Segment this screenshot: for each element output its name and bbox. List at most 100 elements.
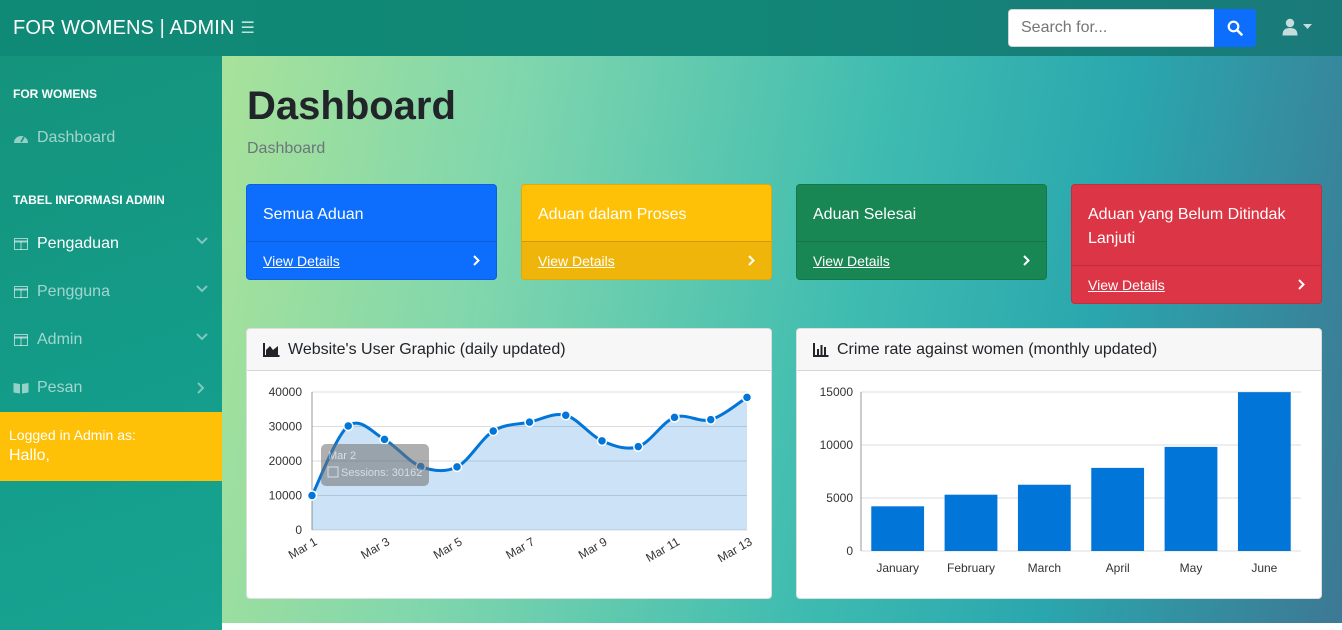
data-point: [306, 490, 318, 501]
bar-chart-icon: [813, 342, 829, 357]
x-tick-label: Mar 7: [503, 534, 537, 562]
y-tick-label: 5000: [826, 491, 853, 505]
panel-header: Website's User Graphic (daily updated): [247, 329, 771, 371]
chart-tooltip: Mar 2 Sessions: 30162: [321, 444, 429, 486]
y-tick-label: 10000: [269, 489, 303, 503]
sidebar-item-admin[interactable]: Admin: [0, 320, 222, 360]
main-content: Dashboard Dashboard Semua Aduan View Det…: [222, 56, 1342, 623]
view-details-link[interactable]: View Details: [813, 253, 890, 269]
brand-title[interactable]: FOR WOMENS | ADMIN: [0, 17, 234, 40]
chevron-right-icon[interactable]: [1023, 255, 1030, 266]
card-aduan-belum-ditindak: Aduan yang Belum Ditindak Lanjuti View D…: [1071, 184, 1322, 304]
tachometer-icon: [13, 130, 29, 146]
y-tick-label: 20000: [269, 454, 303, 468]
sidebar-item-label: Admin: [37, 331, 83, 348]
x-tick-label: Mar 5: [431, 534, 465, 562]
chevron-down-icon: [196, 237, 208, 245]
search-button[interactable]: [1214, 9, 1256, 47]
main-bottom-strip: [222, 623, 1342, 630]
user-dropdown[interactable]: [1282, 18, 1312, 36]
data-point: [560, 410, 571, 421]
y-tick-label: 40000: [269, 385, 303, 399]
x-tick-label: Mar 9: [576, 534, 610, 562]
sidebar-item-pengguna[interactable]: Pengguna: [0, 272, 222, 312]
panel-header: Crime rate against women (monthly update…: [797, 329, 1321, 371]
sidebar-item-label: Pengguna: [37, 283, 110, 300]
chevron-right-icon[interactable]: [1298, 279, 1305, 290]
sidebar-heading-tables: TABEL INFORMASI ADMIN: [13, 193, 165, 207]
bar: [871, 506, 925, 551]
sidebar-item-label: Pesan: [37, 379, 83, 396]
data-point: [741, 392, 753, 403]
user-icon: [1282, 18, 1298, 36]
logged-in-label: Logged in Admin as:: [9, 427, 136, 443]
view-details-link[interactable]: View Details: [263, 253, 340, 269]
chevron-right-icon: [197, 382, 205, 394]
x-tick-label: May: [1180, 561, 1203, 575]
x-tick-label: February: [947, 561, 995, 575]
bar-chart[interactable]: 0 5000 10000 15000 January February March April…: [797, 371, 1322, 599]
user-graphic-panel: Website's User Graphic (daily updated) 0…: [246, 328, 772, 599]
y-tick-label: 10000: [820, 438, 854, 452]
chevron-right-icon[interactable]: [748, 255, 755, 266]
tooltip-value: Sessions: 30162: [341, 467, 422, 479]
panel-title: Website's User Graphic (daily updated): [288, 340, 566, 358]
card-footer: View Details: [247, 241, 496, 279]
sidebar-toggle-icon[interactable]: ☰: [240, 18, 254, 38]
y-tick-label: 0: [846, 544, 853, 558]
chevron-right-icon[interactable]: [473, 255, 480, 266]
sidebar-item-dashboard[interactable]: Dashboard: [0, 118, 222, 158]
book-open-icon: [13, 380, 29, 396]
breadcrumb: Dashboard: [247, 140, 326, 157]
logged-in-user: Hallo,: [9, 447, 50, 464]
data-point: [379, 434, 390, 445]
card-aduan-dalam-proses: Aduan dalam Proses View Details: [521, 184, 772, 280]
sidebar-item-label: Pengaduan: [37, 235, 119, 252]
data-point: [343, 420, 354, 432]
card-label: Aduan dalam Proses: [538, 206, 687, 223]
crime-rate-panel: Crime rate against women (monthly update…: [796, 328, 1322, 599]
card-footer: View Details: [1072, 265, 1321, 303]
card-aduan-selesai: Aduan Selesai View Details: [796, 184, 1047, 280]
caret-down-icon: [1303, 24, 1312, 29]
search-icon: [1227, 20, 1243, 36]
page-title: Dashboard: [247, 84, 456, 128]
area-chart[interactable]: 0 10000 20000 30000 40000 Mar 1 Mar 3 Mar 5 Mar …: [247, 371, 772, 599]
data-point: [705, 414, 716, 425]
view-details-link[interactable]: View Details: [538, 253, 615, 269]
y-tick-label: 15000: [820, 385, 854, 399]
bar: [1237, 392, 1291, 551]
area-chart-icon: [263, 342, 280, 357]
tooltip-label: Mar 2: [328, 450, 356, 462]
x-tick-label: June: [1251, 561, 1277, 575]
x-tick-label: January: [876, 561, 919, 575]
data-point: [633, 441, 644, 452]
data-point: [524, 416, 535, 428]
card-footer: View Details: [797, 241, 1046, 279]
bar: [1091, 467, 1145, 551]
chevron-down-icon: [196, 285, 208, 293]
card-footer: View Details: [522, 241, 771, 279]
card-label: Aduan yang Belum Ditindak Lanjuti: [1088, 206, 1286, 247]
x-tick-label: March: [1028, 561, 1061, 575]
sidebar-item-pesan[interactable]: Pesan: [0, 368, 222, 408]
sidebar: FOR WOMENS Dashboard TABEL INFORMASI ADM…: [0, 56, 222, 630]
data-point: [451, 461, 463, 473]
search-input[interactable]: [1008, 9, 1214, 47]
x-tick-label: Mar 3: [358, 534, 392, 562]
search-form: [1008, 9, 1256, 47]
view-details-link[interactable]: View Details: [1088, 277, 1165, 293]
data-point: [669, 412, 680, 423]
top-navbar: FOR WOMENS | ADMIN ☰: [0, 0, 1342, 56]
x-tick-label: April: [1106, 561, 1130, 575]
x-tick-label: Mar 1: [286, 534, 320, 562]
sidebar-heading-main: FOR WOMENS: [13, 87, 97, 101]
table-icon: [13, 332, 29, 348]
sidebar-item-pengaduan[interactable]: Pengaduan: [0, 224, 222, 264]
table-icon: [13, 236, 29, 252]
data-point: [596, 435, 608, 447]
panel-title: Crime rate against women (monthly update…: [837, 340, 1158, 358]
x-tick-label: Mar 11: [643, 534, 682, 565]
card-label: Semua Aduan: [263, 206, 364, 223]
y-tick-label: 0: [295, 523, 302, 537]
